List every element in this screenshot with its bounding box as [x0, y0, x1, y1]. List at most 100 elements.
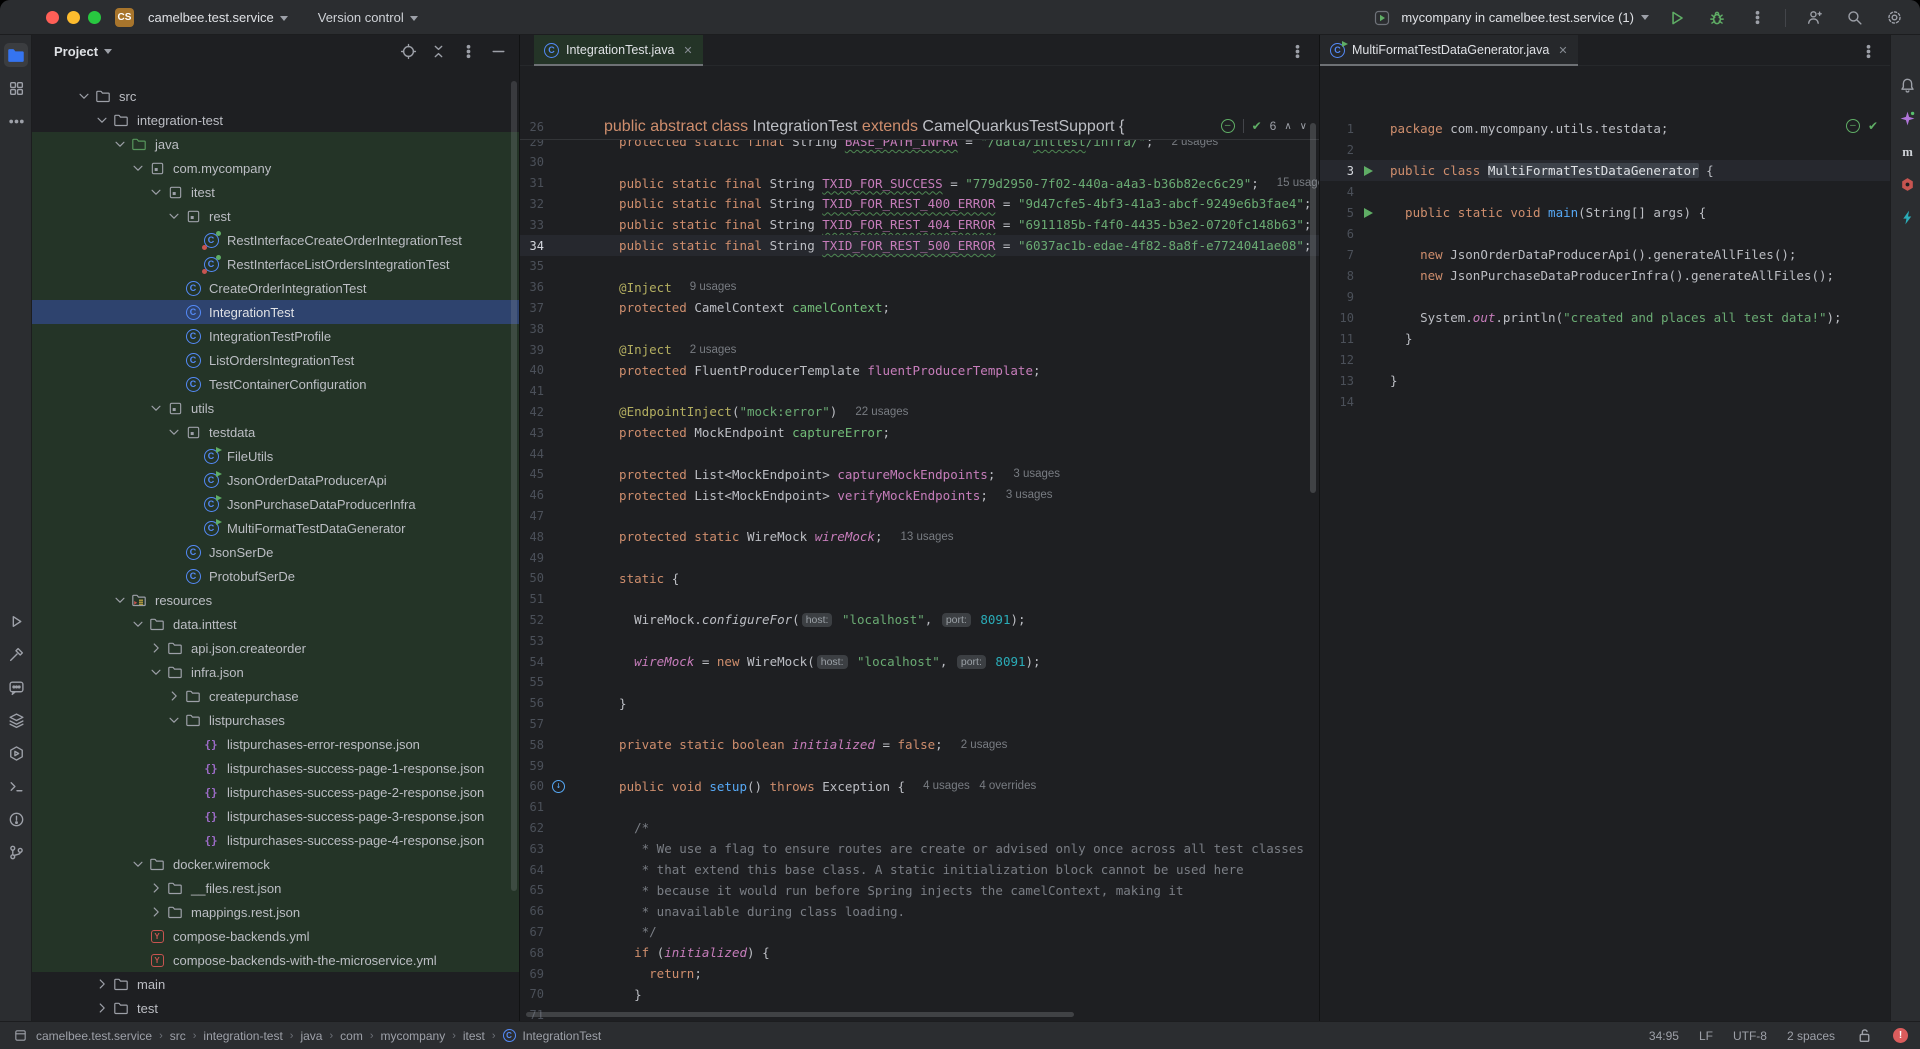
code-line-3[interactable]: 3public class MultiFormatTestDataGenerat… [1320, 160, 1890, 181]
line-number[interactable]: 2 [1320, 143, 1354, 157]
line-number[interactable]: 32 [520, 197, 544, 211]
services-icon[interactable] [4, 741, 28, 765]
line-number[interactable]: 58 [520, 738, 544, 752]
chevron-down-icon[interactable] [128, 855, 147, 874]
line-number[interactable]: 54 [520, 655, 544, 669]
tab-options-kebab-icon[interactable] [1285, 39, 1309, 63]
tree-item-itest[interactable]: itest [32, 180, 519, 204]
build-icon[interactable] [4, 642, 28, 666]
tab-multiformattestdatagenerator[interactable]: C MultiFormatTestDataGenerator.java ✕ [1320, 35, 1578, 66]
chevron-down-icon[interactable] [92, 111, 111, 130]
code-line-43[interactable]: 43 protected MockEndpoint captureError; [520, 422, 1319, 443]
usages-hint[interactable]: 2 usages [690, 344, 737, 356]
line-separator[interactable]: LF [1699, 1029, 1713, 1043]
code-line-10[interactable]: 10 System.out.println("created and place… [1320, 307, 1890, 328]
code-line-30[interactable]: 30 [520, 152, 1319, 173]
notifications-bell-icon[interactable] [1895, 73, 1919, 97]
usages-hint[interactable]: 13 usages [900, 531, 953, 543]
breadcrumb-item[interactable]: com [340, 1029, 363, 1043]
caret-position[interactable]: 34:95 [1649, 1029, 1679, 1043]
collapse-all-icon[interactable] [427, 41, 449, 63]
chevron-down-icon[interactable] [164, 423, 183, 442]
chevron-down-icon[interactable] [164, 207, 183, 226]
line-number[interactable]: 53 [520, 634, 544, 648]
tree-item-compose-backends-yml[interactable]: Ycompose-backends.yml [32, 924, 519, 948]
line-number[interactable]: 35 [520, 259, 544, 273]
line-number[interactable]: 1 [1320, 122, 1354, 136]
code-line-69[interactable]: 69 return; [520, 963, 1319, 984]
line-number[interactable]: 49 [520, 551, 544, 565]
layers-icon[interactable] [4, 708, 28, 732]
line-number[interactable]: 51 [520, 592, 544, 606]
structure-icon[interactable] [4, 76, 28, 100]
tree-item-testcontainerconfiguration[interactable]: CTestContainerConfiguration [32, 372, 519, 396]
file-encoding[interactable]: UTF-8 [1733, 1029, 1767, 1043]
code-line-65[interactable]: 65 * because it would run before Spring … [520, 880, 1319, 901]
teal-plugin-icon[interactable] [1895, 205, 1919, 229]
breadcrumb-item[interactable]: src [170, 1029, 186, 1043]
tree-item-jsonserde[interactable]: CJsonSerDe [32, 540, 519, 564]
line-number[interactable]: 48 [520, 530, 544, 544]
locate-target-icon[interactable] [397, 41, 419, 63]
tree-item-api-json-createorder[interactable]: api.json.createorder [32, 636, 519, 660]
code-line-37[interactable]: 37 protected CamelContext camelContext; [520, 297, 1319, 318]
code-line-52[interactable]: 52 WireMock.configureFor(host: "localhos… [520, 609, 1319, 630]
tree-item-utils[interactable]: utils [32, 396, 519, 420]
chevron-right-icon[interactable] [146, 639, 165, 658]
tree-item-listpurchases[interactable]: listpurchases [32, 708, 519, 732]
line-number[interactable]: 37 [520, 301, 544, 315]
code-line-60[interactable]: 60↓ public void setup() throws Exception… [520, 776, 1319, 797]
line-number[interactable]: 65 [520, 883, 544, 897]
code-line-9[interactable]: 9 [1320, 286, 1890, 307]
line-number[interactable]: 38 [520, 322, 544, 336]
line-number[interactable]: 13 [1320, 374, 1354, 388]
code-line-58[interactable]: 58 private static boolean initialized = … [520, 734, 1319, 755]
code-line-42[interactable]: 42 @EndpointInject("mock:error")22 usage… [520, 401, 1319, 422]
line-number[interactable]: 10 [1320, 311, 1354, 325]
code-line-46[interactable]: 46 protected List<MockEndpoint> verifyMo… [520, 485, 1319, 506]
inspections-widget-right[interactable]: – ✔ [1846, 119, 1878, 133]
line-number[interactable]: 14 [1320, 395, 1354, 409]
chevron-down-icon[interactable] [104, 49, 112, 54]
tree-item-listpurchases-error-response-json[interactable]: {}listpurchases-error-response.json [32, 732, 519, 756]
tree-item-jsonorderdataproducerapi[interactable]: CJsonOrderDataProducerApi [32, 468, 519, 492]
chevron-down-icon[interactable] [74, 87, 93, 106]
line-number[interactable]: 31 [520, 176, 544, 190]
chevron-right-icon[interactable] [146, 879, 165, 898]
code-line-51[interactable]: 51 [520, 589, 1319, 610]
overridden-method-gutter-icon[interactable]: ↓ [552, 780, 565, 793]
tree-item-integrationtest[interactable]: CIntegrationTest [32, 300, 519, 324]
code-line-62[interactable]: 62 /* [520, 817, 1319, 838]
line-number[interactable]: 41 [520, 384, 544, 398]
breadcrumb-item[interactable]: java [300, 1029, 322, 1043]
line-number[interactable]: 66 [520, 904, 544, 918]
line-number[interactable]: 12 [1320, 353, 1354, 367]
code-line-8[interactable]: 8 new JsonPurchaseDataProducerInfra().ge… [1320, 265, 1890, 286]
chevron-down-icon[interactable] [128, 615, 147, 634]
code-line-63[interactable]: 63 * We use a flag to ensure routes are … [520, 838, 1319, 859]
breadcrumb-item[interactable]: itest [463, 1029, 485, 1043]
tree-item-testdata[interactable]: testdata [32, 420, 519, 444]
code-line-48[interactable]: 48 protected static WireMock wireMock;13… [520, 526, 1319, 547]
version-control-icon[interactable] [4, 840, 28, 864]
line-number[interactable]: 57 [520, 717, 544, 731]
tree-item-listpurchases-success-page-4-response-json[interactable]: {}listpurchases-success-page-4-response.… [32, 828, 519, 852]
code-line-53[interactable]: 53 [520, 630, 1319, 651]
close-window-button[interactable] [46, 11, 59, 24]
code-line-31[interactable]: 31 public static final String TXID_FOR_S… [520, 173, 1319, 194]
code-line-41[interactable]: 41 [520, 381, 1319, 402]
line-number[interactable]: 56 [520, 696, 544, 710]
line-number[interactable]: 7 [1320, 248, 1354, 262]
next-problem-icon[interactable]: ∨ [1300, 121, 1307, 132]
breadcrumb-item[interactable]: IntegrationTest [523, 1029, 602, 1043]
code-line-38[interactable]: 38 [520, 318, 1319, 339]
version-control-menu[interactable]: Version control [312, 7, 424, 28]
usages-hint[interactable]: 22 usages [855, 406, 908, 418]
run-gutter-icon[interactable] [1364, 166, 1373, 176]
line-number[interactable]: 6 [1320, 227, 1354, 241]
sticky-class-header-line[interactable]: 26public abstract class IntegrationTest … [520, 115, 1319, 140]
line-number[interactable]: 3 [1320, 164, 1354, 178]
tree-item-protobufserde[interactable]: CProtobufSerDe [32, 564, 519, 588]
line-number[interactable]: 39 [520, 343, 544, 357]
line-number[interactable]: 60 [520, 779, 544, 793]
